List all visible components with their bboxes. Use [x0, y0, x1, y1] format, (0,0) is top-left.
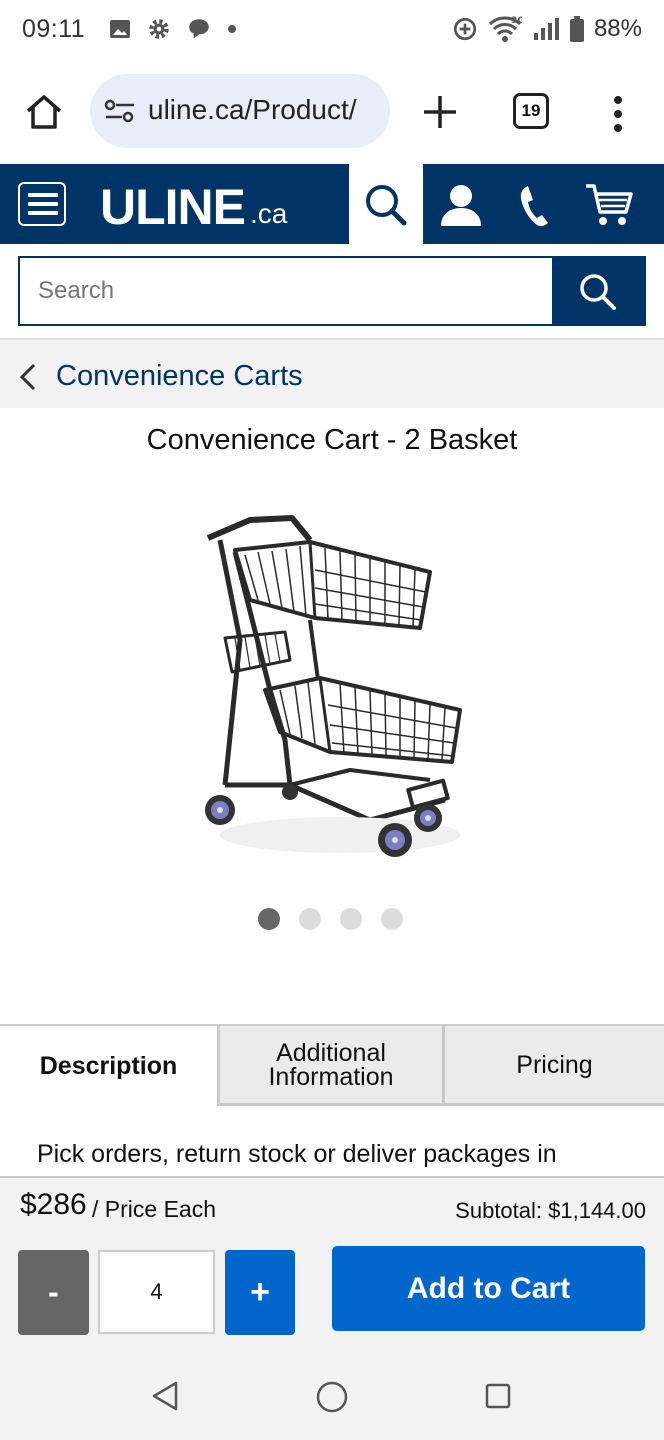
carousel-dot-1[interactable] [258, 908, 280, 930]
breadcrumb[interactable]: Convenience Carts [0, 338, 664, 408]
description-text: Pick orders, return stock or deliver pac… [37, 1140, 557, 1168]
search-icon [366, 185, 407, 226]
home-circle-icon[interactable] [315, 1380, 349, 1414]
image-carousel-dots [258, 908, 403, 930]
breadcrumb-link[interactable]: Convenience Carts [56, 360, 303, 393]
data-saver-icon [453, 17, 477, 41]
recents-icon[interactable] [484, 1382, 512, 1410]
price-unit-label: / Price Each [92, 1196, 216, 1222]
add-to-cart-button[interactable]: Add to Cart [332, 1246, 645, 1331]
back-icon[interactable] [150, 1380, 180, 1412]
more-options-icon[interactable] [606, 94, 630, 134]
search-submit-button[interactable] [552, 256, 646, 326]
purchase-bar: $286 / Price Each Subtotal: $1,144.00 - … [0, 1176, 664, 1352]
site-header: ULINE .ca [0, 164, 664, 244]
wifi-icon: 3G [488, 16, 522, 42]
increase-quantity-button[interactable]: + [225, 1250, 295, 1335]
account-icon[interactable] [438, 182, 484, 228]
site-settings-icon[interactable] [104, 98, 136, 124]
gallery-icon [110, 20, 130, 38]
header-search-button[interactable] [349, 164, 423, 244]
chevron-left-icon [19, 363, 36, 391]
new-tab-icon[interactable] [418, 90, 462, 134]
battery-icon [569, 16, 584, 42]
subtotal: Subtotal: $1,144.00 [455, 1198, 646, 1223]
carousel-dot-4[interactable] [381, 908, 403, 930]
dot-icon [228, 25, 236, 33]
signal-icon [533, 18, 559, 40]
address-bar[interactable]: uline.ca/Product/ [90, 74, 390, 148]
tab-additional-label-1: Additional [276, 1038, 386, 1067]
unit-price: $286 [20, 1188, 87, 1221]
phone-icon[interactable] [518, 182, 552, 228]
chat-bubble-icon [189, 19, 209, 39]
search-bar [18, 256, 646, 326]
status-bar: 09:11 3G 88% [0, 0, 664, 62]
carousel-dot-2[interactable] [299, 908, 321, 930]
cart-icon[interactable] [584, 182, 634, 228]
quantity-input[interactable]: 4 [98, 1250, 215, 1334]
product-image-cart[interactable] [190, 500, 480, 870]
tab-description-label: Description [39, 1052, 178, 1080]
product-title: Convenience Cart - 2 Basket [146, 424, 518, 456]
tab-pricing-label: Pricing [516, 1050, 593, 1079]
browser-toolbar: uline.ca/Product/ 19 [0, 62, 664, 162]
decrease-quantity-button[interactable]: - [18, 1250, 89, 1335]
battery-percent: 88% [593, 15, 642, 42]
product-tabs: Description Additional Information Prici… [0, 1024, 664, 1106]
tab-additional-label-2: Information [268, 1062, 394, 1091]
site-logo-suffix: .ca [250, 198, 288, 229]
url-text: uline.ca/Product/ [148, 94, 357, 125]
search-icon [580, 274, 616, 310]
tab-pricing[interactable]: Pricing [445, 1026, 664, 1106]
site-logo[interactable]: ULINE [100, 178, 246, 236]
system-navigation-bar [0, 1352, 664, 1440]
settings-gear-icon [149, 19, 169, 39]
network-type-label: 3G [511, 16, 522, 26]
status-notification-icons [108, 16, 238, 42]
status-time: 09:11 [22, 15, 86, 43]
search-input[interactable] [18, 256, 554, 326]
tab-switcher-button[interactable]: 19 [513, 93, 549, 129]
hamburger-menu-icon[interactable] [18, 182, 66, 226]
tab-additional-information[interactable]: Additional Information [220, 1026, 445, 1106]
carousel-dot-3[interactable] [340, 908, 362, 930]
tab-description[interactable]: Description [0, 1026, 220, 1106]
home-icon[interactable] [24, 92, 64, 132]
